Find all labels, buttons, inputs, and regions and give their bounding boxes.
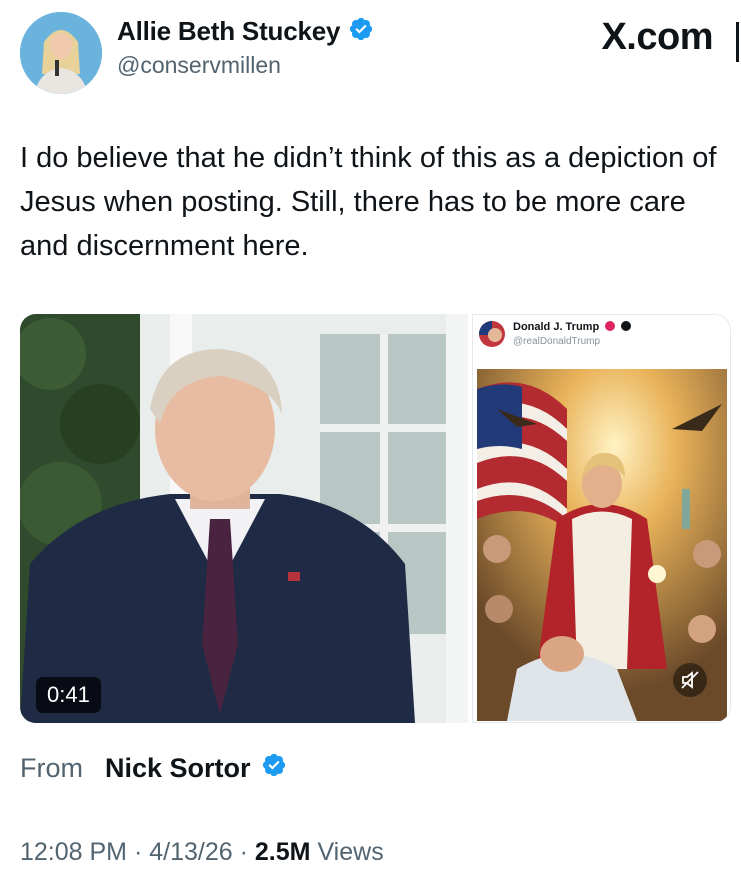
source-attribution: From Nick Sortor xyxy=(20,752,287,785)
views-label: Views xyxy=(317,838,384,866)
post-time[interactable]: 12:08 PM xyxy=(20,838,127,866)
embedded-badge-icon xyxy=(621,321,632,331)
avatar-image xyxy=(20,12,102,94)
edge-divider xyxy=(736,22,739,62)
embedded-post-handle: @realDonaldTrump xyxy=(513,336,601,347)
verified-badge-icon xyxy=(348,16,374,47)
author-name[interactable]: Allie Beth Stuckey xyxy=(117,16,340,47)
author-handle[interactable]: @conservmillen xyxy=(117,52,281,79)
embedded-post-avatar xyxy=(479,321,505,347)
tweet-text: I do believe that he didn’t think of thi… xyxy=(20,142,717,262)
embedded-post-name: Donald J. Trump xyxy=(513,321,600,333)
embedded-post[interactable]: Donald J. Trump @realDonaldTrump xyxy=(472,314,731,723)
embedded-post-author: Donald J. Trump xyxy=(513,321,632,333)
site-label: X.com xyxy=(601,16,713,58)
media-grid: 0:41 Donald J. Trump @realDonaldTrump xyxy=(20,314,731,723)
video-thumbnail[interactable]: 0:41 xyxy=(20,314,468,723)
embedded-post-image[interactable] xyxy=(477,369,727,721)
verified-badge-icon xyxy=(261,752,287,785)
post-date[interactable]: 4/13/26 xyxy=(149,838,232,866)
video-duration: 0:41 xyxy=(36,677,101,713)
meta-separator: · xyxy=(133,838,143,866)
source-account-name[interactable]: Nick Sortor xyxy=(105,753,251,784)
author-avatar[interactable] xyxy=(20,12,102,94)
speaker-muted-icon xyxy=(681,671,699,689)
video-frame-image xyxy=(20,314,468,723)
meta-separator: · xyxy=(239,838,248,866)
post-meta: 12:08 PM · 4/13/26 · 2.5M Views xyxy=(20,838,384,867)
mute-button[interactable] xyxy=(673,663,707,697)
embedded-badge-icon xyxy=(605,321,616,331)
views-count[interactable]: 2.5M xyxy=(255,838,311,866)
author-name-row: Allie Beth Stuckey xyxy=(117,16,374,47)
from-label: From xyxy=(20,753,83,783)
